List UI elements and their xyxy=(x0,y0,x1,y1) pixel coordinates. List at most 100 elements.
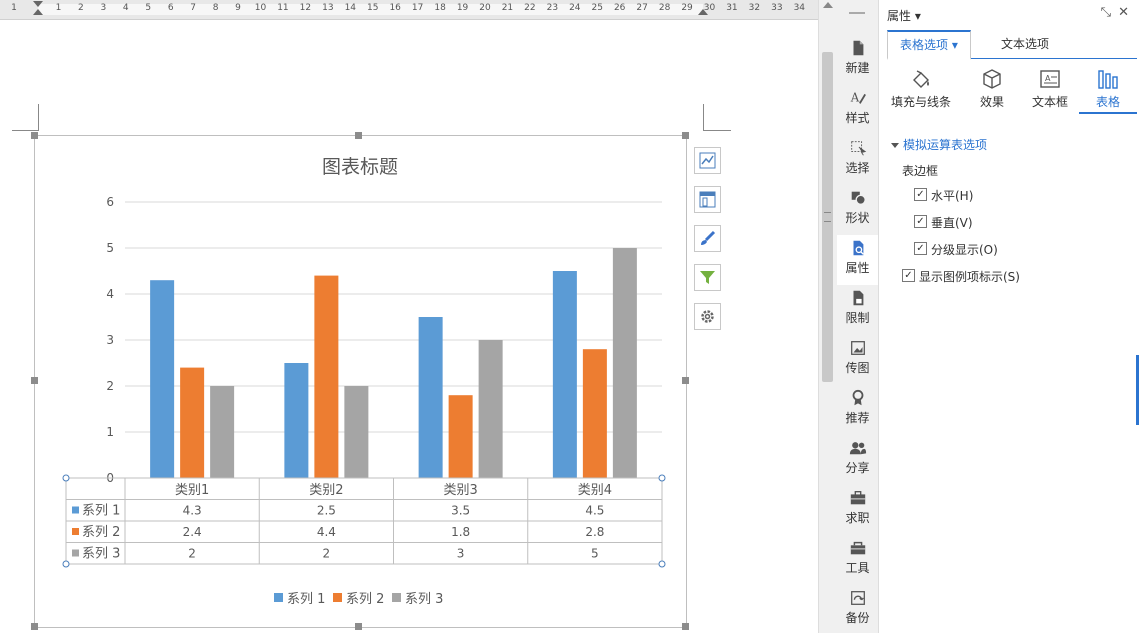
series-key xyxy=(72,549,79,557)
checkbox-horizontal-label[interactable]: 水平(H) xyxy=(931,187,973,204)
sidebar-item-label: 传图 xyxy=(845,361,870,375)
tab-table-options[interactable]: 表格选项 ▾ xyxy=(887,30,971,60)
toolbox-icon xyxy=(850,541,865,555)
panel-title[interactable]: 属性 ▾ xyxy=(887,7,921,24)
chart-settings-button[interactable] xyxy=(694,303,721,330)
data-table-cell: 3 xyxy=(457,547,465,561)
y-tick-label: 4 xyxy=(106,287,114,301)
pin-icon[interactable]: ⤡ xyxy=(1101,5,1111,20)
textbox-icon: A xyxy=(1040,70,1060,88)
subtab-fill-line[interactable]: 填充与线条 xyxy=(889,68,953,110)
tab-text-options[interactable]: 文本选项 xyxy=(989,30,1061,58)
border-group-label: 表边框 xyxy=(902,164,939,178)
upload-image-icon xyxy=(850,341,865,355)
checkbox-horizontal[interactable]: ✓ xyxy=(914,188,927,201)
category-label: 类别4 xyxy=(578,483,612,498)
category-label: 类别1 xyxy=(175,483,209,498)
checkbox-vertical-label[interactable]: 垂直(V) xyxy=(931,214,973,231)
series-key xyxy=(72,506,79,514)
sidebar-collapse-bar[interactable] xyxy=(849,12,865,14)
sidebar-item-style[interactable]: A 样式 xyxy=(837,85,878,135)
gear-icon xyxy=(701,310,714,323)
sidebar-item-share[interactable]: 分享 xyxy=(837,435,878,485)
quick-layout-icon xyxy=(699,191,716,208)
sidebar-item-upload-image[interactable]: 传图 xyxy=(837,335,878,385)
bar xyxy=(210,386,235,478)
sidebar-item-label: 样式 xyxy=(845,111,870,125)
bar xyxy=(344,386,369,478)
table-chart-icon xyxy=(1098,70,1118,89)
data-table-row-label: 系列 3 xyxy=(82,547,120,562)
sidebar-item-shape[interactable]: 形状 xyxy=(837,185,878,235)
bar-series xyxy=(150,248,637,478)
bar xyxy=(448,395,473,478)
property-icon xyxy=(853,240,864,256)
legend-label: 系列 3 xyxy=(405,592,443,607)
sidebar-item-backup[interactable]: 备份 xyxy=(837,585,878,635)
y-tick-label: 3 xyxy=(106,333,114,347)
sidebar-item-new-file[interactable]: 新建 xyxy=(837,35,878,85)
checkbox-outline[interactable]: ✓ xyxy=(914,242,927,255)
bar xyxy=(314,275,339,478)
quick-layout-button[interactable] xyxy=(694,186,721,213)
restrict-icon xyxy=(853,290,863,306)
scrollbar-grip-icon xyxy=(824,212,831,222)
bar xyxy=(150,280,175,478)
sidebar-item-label: 限制 xyxy=(845,311,870,325)
data-table-cell: 2.5 xyxy=(317,504,336,518)
sidebar-item-label: 分享 xyxy=(845,461,870,475)
chart-style-button[interactable] xyxy=(694,225,721,252)
properties-panel: 属性 ▾ ⤡ ✕ 表格选项 ▾ 文本选项 填充与线条 效果 A 文本框 表格 模… xyxy=(879,0,1139,633)
svg-text:A: A xyxy=(849,91,859,105)
checkbox-legend-keys-label[interactable]: 显示图例项标示(S) xyxy=(919,268,1020,285)
data-table-cell: 3.5 xyxy=(451,504,470,518)
shape-icon xyxy=(851,191,866,205)
chart-title[interactable]: 图表标题 xyxy=(322,156,398,178)
section-header-data-table[interactable]: 模拟运算表选项 xyxy=(891,136,987,153)
close-icon[interactable]: ✕ xyxy=(1118,5,1129,20)
bar xyxy=(478,340,503,478)
gridlines xyxy=(125,201,662,479)
chart-legend: 系列 1 系列 2 系列 3 xyxy=(274,592,443,607)
bar xyxy=(180,367,205,478)
section-title: 模拟运算表选项 xyxy=(903,138,988,152)
sidebar-item-restrict[interactable]: 限制 xyxy=(837,285,878,335)
subtab-textbox[interactable]: A 文本框 xyxy=(1018,68,1082,110)
legend-key xyxy=(333,593,342,602)
share-icon xyxy=(849,442,866,455)
vertical-scrollbar[interactable] xyxy=(818,0,837,633)
backup-icon xyxy=(850,591,865,605)
subtab-table[interactable]: 表格 xyxy=(1079,68,1137,114)
sidebar-item-toolbox[interactable]: 工具 xyxy=(837,535,878,585)
subtab-effect[interactable]: 效果 xyxy=(960,68,1024,110)
subtab-label: 填充与线条 xyxy=(890,95,951,109)
data-table-cell: 2.4 xyxy=(183,525,202,539)
effect-icon xyxy=(983,69,1001,89)
new-file-icon xyxy=(853,40,863,56)
legend-key xyxy=(274,593,283,602)
selection-handle xyxy=(658,474,666,482)
task-pane-sidebar: 新建 A 样式选择 形状属性限制传图推荐分享求职工具备份 xyxy=(837,0,879,633)
data-table-row-label: 系列 1 xyxy=(82,504,120,519)
checkbox-legend-keys[interactable]: ✓ xyxy=(902,269,915,282)
scroll-up-arrow[interactable] xyxy=(823,2,833,8)
data-table-cell: 2.8 xyxy=(585,525,604,539)
checkbox-outline-label[interactable]: 分级显示(O) xyxy=(931,241,998,258)
sidebar-item-label: 备份 xyxy=(845,611,870,625)
y-tick-label: 5 xyxy=(106,241,114,255)
bar xyxy=(612,248,637,478)
checkbox-vertical[interactable]: ✓ xyxy=(914,215,927,228)
sidebar-item-label: 属性 xyxy=(845,261,870,275)
sidebar-item-job[interactable]: 求职 xyxy=(837,485,878,535)
sidebar-item-select[interactable]: 选择 xyxy=(837,135,878,185)
sidebar-item-label: 工具 xyxy=(845,561,870,575)
chart-elements-button[interactable] xyxy=(694,147,721,174)
chart-filter-button[interactable] xyxy=(694,264,721,291)
data-table-cell: 4.3 xyxy=(183,504,202,518)
sidebar-item-recommend[interactable]: 推荐 xyxy=(837,385,878,435)
sidebar-item-property[interactable]: 属性 xyxy=(837,235,878,285)
data-table-cell: 4.5 xyxy=(585,504,604,518)
data-table-row-label: 系列 2 xyxy=(82,525,120,540)
panel-tabs: 表格选项 ▾ 文本选项 xyxy=(887,30,1137,60)
y-tick-label: 6 xyxy=(106,195,114,209)
